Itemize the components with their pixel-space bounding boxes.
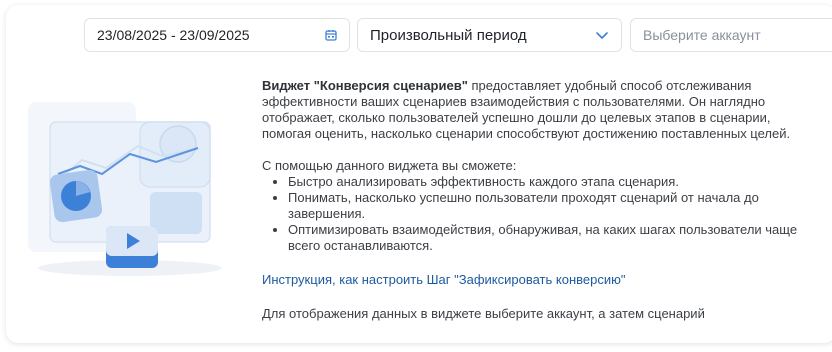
instruction-link[interactable]: Инструкция, как настроить Шаг "Зафиксиро…	[262, 272, 626, 288]
capabilities-heading: С помощью данного виджета вы сможете:	[262, 158, 517, 173]
widget-description: Виджет "Конверсия сценариев" предоставля…	[262, 78, 822, 322]
account-select[interactable]: Выберите аккаунт	[630, 18, 832, 52]
date-range-picker[interactable]: 23/08/2025 - 23/09/2025	[84, 18, 350, 52]
period-select-value: Произвольный период	[370, 26, 527, 44]
account-select-placeholder: Выберите аккаунт	[643, 27, 761, 43]
calendar-icon	[325, 30, 337, 41]
period-select[interactable]: Произвольный период	[357, 18, 622, 52]
chevron-down-icon	[596, 32, 608, 39]
capability-item: Быстро анализировать эффективность каждо…	[288, 174, 822, 190]
capabilities-list: Быстро анализировать эффективность каждо…	[262, 174, 822, 254]
capability-item: Оптимизировать взаимодействия, обнаружив…	[288, 222, 822, 254]
date-range-value: 23/08/2025 - 23/09/2025	[97, 27, 250, 43]
widget-intro: Виджет "Конверсия сценариев" предоставля…	[262, 78, 822, 142]
empty-state-hint: Для отображения данных в виджете выберит…	[262, 306, 705, 321]
widget-intro-title: Виджет "Конверсия сценариев"	[262, 78, 468, 93]
analytics-illustration	[28, 102, 222, 276]
capability-item: Понимать, насколько успешно пользователи…	[288, 190, 822, 222]
